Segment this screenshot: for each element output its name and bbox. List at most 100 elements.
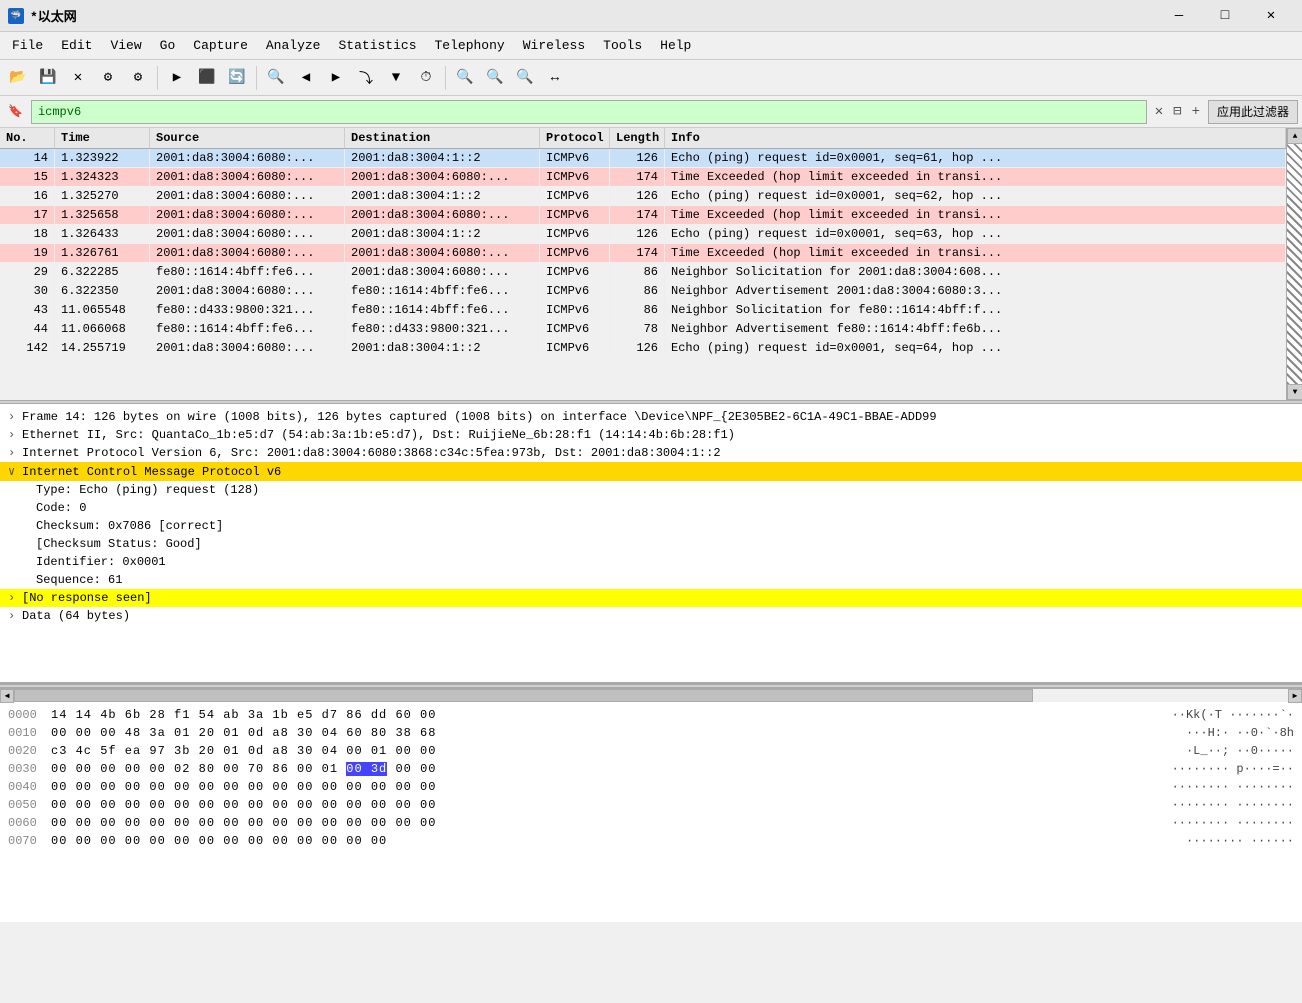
toolbar-capture-opts[interactable]: ⚙ [124,64,152,92]
scroll-down-btn[interactable]: ▼ [1287,384,1302,400]
col-header-time: Time [55,128,150,148]
scroll-right-btn[interactable]: ▶ [1288,689,1302,703]
cell-no: 18 [0,225,55,243]
cell-info: Time Exceeded (hop limit exceeded in tra… [665,206,1286,224]
menu-telephony[interactable]: Telephony [427,34,513,57]
cell-len: 126 [610,149,665,167]
detail-row-type[interactable]: Type: Echo (ping) request (128) [0,481,1302,499]
apply-filter-button[interactable]: 应用此过滤器 [1208,100,1298,124]
col-header-source: Source [150,128,345,148]
detail-text: Sequence: 61 [36,573,122,587]
toolbar-goto[interactable]: ⤵ [352,64,380,92]
toggle-icon: › [8,591,22,605]
toggle-icon: › [8,446,22,460]
scroll-left-btn[interactable]: ◀ [0,689,14,703]
detail-row-ipv6[interactable]: › Internet Protocol Version 6, Src: 2001… [0,444,1302,462]
toolbar-start[interactable]: ▶ [163,64,191,92]
table-row[interactable]: 19 1.326761 2001:da8:3004:6080:... 2001:… [0,244,1286,263]
menu-view[interactable]: View [102,34,149,57]
detail-text: Frame 14: 126 bytes on wire (1008 bits),… [22,410,937,424]
table-row[interactable]: 43 11.065548 fe80::d433:9800:321... fe80… [0,301,1286,320]
filter-plus-btn[interactable]: + [1188,104,1204,120]
cell-info: Echo (ping) request id=0x0001, seq=63, h… [665,225,1286,243]
close-button[interactable]: ✕ [1248,0,1294,32]
toolbar-search[interactable]: 🔍 [262,64,290,92]
scroll-up-btn[interactable]: ▲ [1287,128,1302,144]
menu-help[interactable]: Help [652,34,699,57]
cell-dst: 2001:da8:3004:1::2 [345,149,540,167]
menu-go[interactable]: Go [152,34,184,57]
detail-text: Ethernet II, Src: QuantaCo_1b:e5:d7 (54:… [22,428,735,442]
toolbar-forward[interactable]: ▶ [322,64,350,92]
toolbar-zoom-normal[interactable]: 🔍 [511,64,539,92]
hex-offset: 0030 [8,762,43,776]
menu-analyze[interactable]: Analyze [258,34,329,57]
filter-input[interactable] [31,100,1147,124]
hex-ascii: ··Kk(·T ·······`· [1172,708,1294,722]
cell-len: 174 [610,206,665,224]
cell-info: Neighbor Advertisement 2001:da8:3004:608… [665,282,1286,300]
scroll-track [1287,144,1302,384]
horizontal-scrollbar[interactable]: ◀ ▶ [0,688,1302,702]
menu-statistics[interactable]: Statistics [330,34,424,57]
detail-row-sequence[interactable]: Sequence: 61 [0,571,1302,589]
scroll-thumb[interactable] [14,689,1033,702]
toolbar-mark[interactable]: ▼ [382,64,410,92]
filter-bar: 🔖 ✕ ⊟ + 应用此过滤器 [0,96,1302,128]
cell-dst: fe80::1614:4bff:fe6... [345,301,540,319]
detail-row-icmpv6[interactable]: ∨ Internet Control Message Protocol v6 [0,462,1302,481]
menu-file[interactable]: File [4,34,51,57]
maximize-button[interactable]: □ [1202,0,1248,32]
toolbar-reload[interactable]: ⚙ [94,64,122,92]
cell-time: 11.065548 [55,301,150,319]
detail-text: [No response seen] [22,591,152,605]
toolbar-resize[interactable]: ↔ [541,64,569,92]
table-row[interactable]: 30 6.322350 2001:da8:3004:6080:... fe80:… [0,282,1286,301]
cell-time: 1.326761 [55,244,150,262]
detail-row-ethernet[interactable]: › Ethernet II, Src: QuantaCo_1b:e5:d7 (5… [0,426,1302,444]
packet-list-scrollbar[interactable]: ▲ ▼ [1286,128,1302,400]
scroll-track [14,689,1288,702]
menu-wireless[interactable]: Wireless [515,34,593,57]
cell-no: 15 [0,168,55,186]
toolbar-zoom-in[interactable]: 🔍 [451,64,479,92]
table-row[interactable]: 18 1.326433 2001:da8:3004:6080:... 2001:… [0,225,1286,244]
toolbar-zoom-out[interactable]: 🔍 [481,64,509,92]
detail-text: Code: 0 [36,501,86,515]
detail-row-frame[interactable]: › Frame 14: 126 bytes on wire (1008 bits… [0,408,1302,426]
toolbar-stop[interactable]: ⬛ [193,64,221,92]
detail-row-no-response[interactable]: › [No response seen] [0,589,1302,607]
table-row[interactable]: 14 1.323922 2001:da8:3004:6080:... 2001:… [0,149,1286,168]
cell-no: 16 [0,187,55,205]
table-row[interactable]: 142 14.255719 2001:da8:3004:6080:... 200… [0,339,1286,358]
table-row[interactable]: 16 1.325270 2001:da8:3004:6080:... 2001:… [0,187,1286,206]
filter-x-btn[interactable]: ✕ [1151,103,1167,120]
menu-edit[interactable]: Edit [53,34,100,57]
table-row[interactable]: 17 1.325658 2001:da8:3004:6080:... 2001:… [0,206,1286,225]
cell-proto: ICMPv6 [540,206,610,224]
detail-text: Internet Control Message Protocol v6 [22,465,281,479]
table-row[interactable]: 29 6.322285 fe80::1614:4bff:fe6... 2001:… [0,263,1286,282]
hex-ascii: ·L_··; ··0····· [1186,744,1294,758]
hex-bytes: 00 00 00 00 00 00 00 00 00 00 00 00 00 0… [51,816,1164,830]
detail-row-data[interactable]: › Data (64 bytes) [0,607,1302,625]
cell-time: 6.322350 [55,282,150,300]
toolbar-time-ref[interactable]: ⏱ [412,64,440,92]
detail-row-checksum[interactable]: Checksum: 0x7086 [correct] [0,517,1302,535]
menu-tools[interactable]: Tools [595,34,650,57]
toolbar-open[interactable]: 📂 [4,64,32,92]
table-row[interactable]: 15 1.324323 2001:da8:3004:6080:... 2001:… [0,168,1286,187]
detail-row-identifier[interactable]: Identifier: 0x0001 [0,553,1302,571]
toolbar-back[interactable]: ◀ [292,64,320,92]
toolbar-close[interactable]: ✕ [64,64,92,92]
toolbar-restart[interactable]: 🔄 [223,64,251,92]
filter-jump-btn[interactable]: ⊟ [1169,103,1185,120]
cell-dst: fe80::d433:9800:321... [345,320,540,338]
minimize-button[interactable]: — [1156,0,1202,32]
detail-row-code[interactable]: Code: 0 [0,499,1302,517]
toolbar-save[interactable]: 💾 [34,64,62,92]
table-row[interactable]: 44 11.066068 fe80::1614:4bff:fe6... fe80… [0,320,1286,339]
menu-capture[interactable]: Capture [185,34,256,57]
app-icon: 🦈 [8,8,24,24]
detail-row-checksum-status[interactable]: [Checksum Status: Good] [0,535,1302,553]
